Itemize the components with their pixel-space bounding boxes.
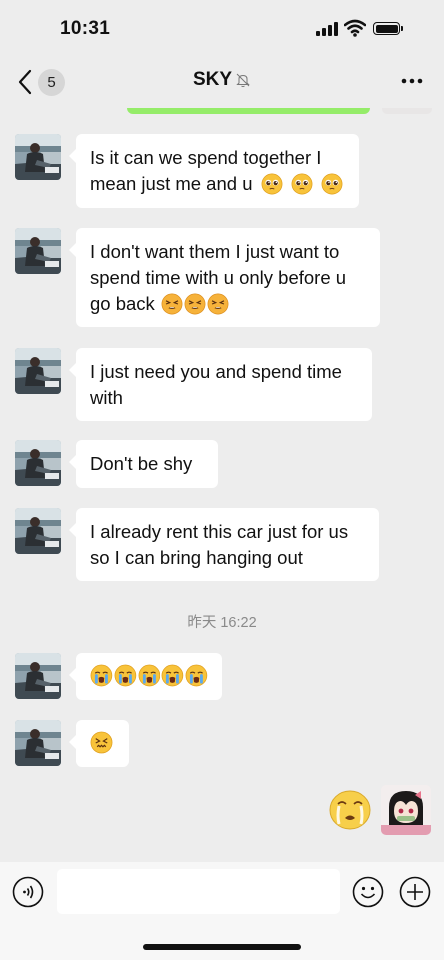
emoji-icon bbox=[352, 876, 384, 908]
pleading-face-icon bbox=[291, 173, 313, 195]
voice-input-button[interactable] bbox=[12, 876, 44, 908]
more-functions-button[interactable] bbox=[399, 876, 431, 908]
message-bubble[interactable]: I don't want them I just want to spend t… bbox=[69, 228, 380, 327]
crying-sticker[interactable] bbox=[329, 786, 371, 830]
pleading-face-icon bbox=[321, 173, 343, 195]
more-options-button[interactable] bbox=[396, 68, 428, 94]
voice-icon bbox=[12, 876, 44, 908]
bell-off-icon bbox=[236, 73, 250, 88]
message-bubble[interactable] bbox=[69, 720, 129, 767]
status-time: 10:31 bbox=[60, 18, 111, 39]
chat-title: SKY bbox=[192, 69, 233, 90]
message-bubble[interactable]: I already rent this car just for us so I… bbox=[69, 508, 379, 581]
loudly-crying-face-icon bbox=[114, 664, 137, 687]
sender-avatar[interactable] bbox=[15, 440, 61, 486]
sender-avatar[interactable] bbox=[15, 720, 61, 766]
message-timestamp: 昨天 16:22 bbox=[187, 615, 257, 631]
chat-header: 5 SKY bbox=[0, 56, 444, 108]
wifi-icon bbox=[343, 19, 367, 37]
home-indicator bbox=[143, 944, 301, 950]
loudly-crying-face-icon bbox=[138, 664, 161, 687]
sender-avatar[interactable] bbox=[15, 653, 61, 699]
message-bubble[interactable]: Is it can we spend together I mean just … bbox=[69, 134, 359, 208]
status-bar: 10:31 bbox=[0, 0, 444, 56]
previous-outgoing-bubble bbox=[127, 108, 370, 114]
persevering-face-icon bbox=[184, 293, 206, 315]
message-text: I already rent this car just for us so I… bbox=[90, 521, 349, 568]
my-avatar-partial bbox=[382, 108, 432, 114]
message-input[interactable] bbox=[57, 869, 340, 914]
loudly-crying-face-icon bbox=[161, 664, 184, 687]
more-horizontal-icon bbox=[401, 78, 423, 84]
message-bubble[interactable]: Don't be shy bbox=[69, 440, 218, 488]
sender-avatar[interactable] bbox=[15, 228, 61, 274]
pleading-face-icon bbox=[261, 173, 283, 195]
message-bubble[interactable]: I just need you and spend time with bbox=[69, 348, 372, 421]
sender-avatar[interactable] bbox=[15, 348, 61, 394]
persevering-face-icon bbox=[161, 293, 183, 315]
cellular-signal-icon bbox=[316, 22, 338, 36]
message-bubble[interactable] bbox=[69, 653, 222, 700]
message-text: Don't be shy bbox=[90, 453, 193, 474]
chat-title-container: SKY bbox=[0, 69, 444, 91]
sender-avatar[interactable] bbox=[15, 134, 61, 180]
confounded-face-icon bbox=[90, 731, 113, 754]
chat-message-list[interactable]: Is it can we spend together I mean just … bbox=[0, 108, 444, 862]
message-text: I just need you and spend time with bbox=[90, 361, 342, 408]
battery-icon bbox=[373, 22, 403, 35]
plus-circle-icon bbox=[399, 876, 431, 908]
loudly-crying-face-icon bbox=[185, 664, 208, 687]
emoji-row bbox=[90, 664, 208, 687]
emoji-button[interactable] bbox=[352, 876, 384, 908]
my-avatar[interactable] bbox=[381, 785, 431, 835]
sender-avatar[interactable] bbox=[15, 508, 61, 554]
persevering-face-icon bbox=[207, 293, 229, 315]
loudly-crying-face-icon bbox=[90, 664, 113, 687]
input-bar bbox=[0, 862, 444, 960]
message-text: Is it can we spend together I mean just … bbox=[90, 147, 322, 194]
